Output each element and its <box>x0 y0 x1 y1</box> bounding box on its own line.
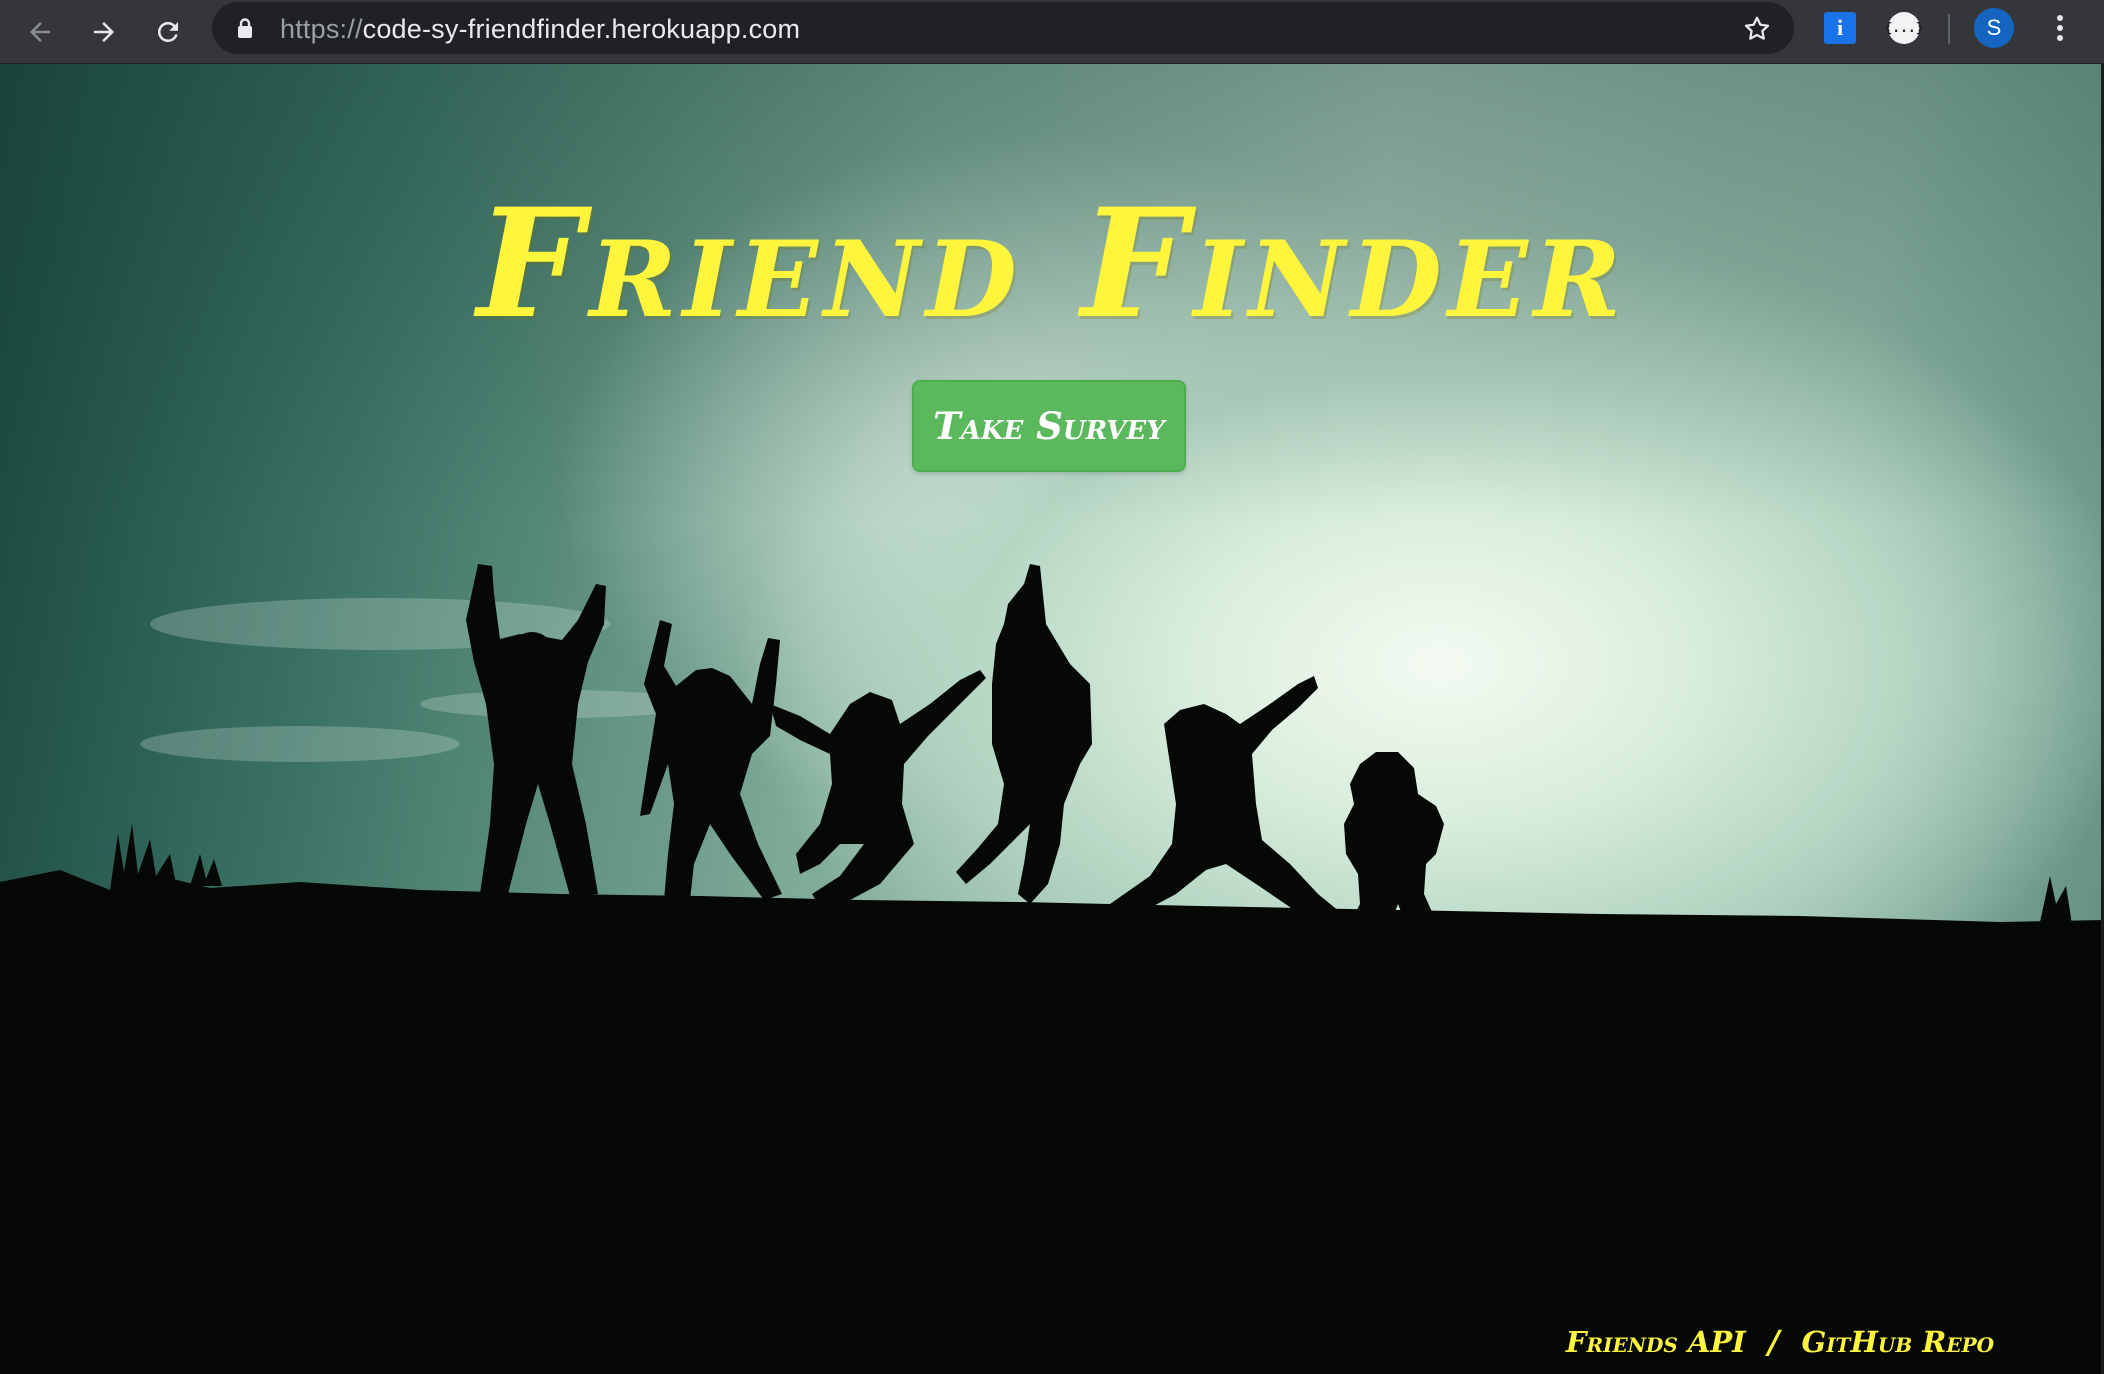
info-extension-glyph: i <box>1836 15 1844 40</box>
forward-button[interactable] <box>80 8 128 56</box>
reload-button[interactable] <box>144 8 192 56</box>
profile-avatar[interactable]: S <box>1974 8 2014 48</box>
back-button[interactable] <box>16 8 64 56</box>
toolbar-divider <box>1948 14 1950 44</box>
url-scheme: https:// <box>280 14 363 44</box>
browser-toolbar: https://code-sy-friendfinder.herokuapp.c… <box>0 0 2104 64</box>
forward-arrow-icon <box>94 22 114 42</box>
back-arrow-icon <box>30 22 50 42</box>
three-dots-vertical-icon <box>2057 15 2063 41</box>
lock-icon <box>238 18 252 38</box>
footer-separator: / <box>1767 1323 1780 1361</box>
json-viewer-extension-icon[interactable]: {...} <box>1884 12 1924 44</box>
friends-api-link[interactable]: Friends API <box>1566 1325 1746 1359</box>
url-host: code-sy-friendfinder.herokuapp.com <box>362 14 801 44</box>
url-text[interactable]: https://code-sy-friendfinder.herokuapp.c… <box>280 14 800 45</box>
hero-background: Friend Finder Take Survey Friends API / … <box>0 64 2104 1374</box>
info-extension-icon[interactable]: i <box>1824 12 1856 44</box>
profile-initial: S <box>1986 15 2002 40</box>
github-repo-link[interactable]: GitHub Repo <box>1801 1325 1994 1359</box>
bookmark-star-icon[interactable] <box>1742 14 1772 44</box>
footer-links: Friends API / GitHub Repo <box>1540 1320 2020 1364</box>
reload-icon <box>158 22 178 42</box>
page-title: Friend Finder <box>476 176 1628 352</box>
json-extension-glyph: {...} <box>1884 20 1924 36</box>
take-survey-button[interactable]: Take Survey <box>912 380 1186 472</box>
address-bar[interactable]: https://code-sy-friendfinder.herokuapp.c… <box>212 2 1794 54</box>
chrome-menu-button[interactable] <box>2040 8 2080 48</box>
